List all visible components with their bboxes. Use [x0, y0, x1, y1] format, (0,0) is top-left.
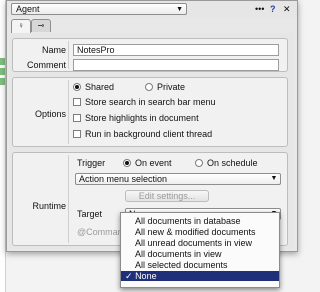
- on-event-radio[interactable]: [123, 159, 131, 167]
- name-label: Name: [41, 45, 66, 55]
- background-green-mark: [0, 68, 5, 75]
- tab-basics[interactable]: ♀: [11, 19, 31, 33]
- target-dropdown-menu: All documents in database All new & modi…: [120, 212, 280, 288]
- event-select-value: Action menu selection: [79, 174, 168, 184]
- close-icon[interactable]: ✕: [283, 3, 291, 15]
- event-select[interactable]: Action menu selection ▼: [75, 173, 281, 185]
- private-radio[interactable]: [145, 83, 153, 91]
- menu-item-none-label: None: [135, 271, 157, 281]
- private-label: Private: [157, 82, 186, 92]
- store-search-checkbox[interactable]: [73, 98, 81, 106]
- background-green-mark: [0, 58, 5, 65]
- comment-label: Comment: [26, 60, 66, 70]
- comment-field[interactable]: [73, 59, 279, 71]
- chevron-down-icon: ▼: [176, 6, 183, 13]
- checkmark-icon: ✓: [125, 271, 133, 281]
- on-schedule-label: On schedule: [207, 158, 258, 168]
- edit-settings-button[interactable]: Edit settings...: [125, 190, 209, 202]
- store-search-label: Store search in search bar menu: [85, 97, 216, 107]
- key-icon: ⊸: [37, 21, 45, 30]
- menu-item-none[interactable]: ✓ None: [121, 271, 279, 281]
- run-background-label: Run in background client thread: [85, 129, 213, 139]
- menu-item-all-selected-documents[interactable]: All selected documents: [121, 260, 279, 270]
- options-group: Options Shared Private Store search in s…: [12, 77, 288, 147]
- shared-radio[interactable]: [73, 83, 81, 91]
- help-icon[interactable]: ?: [270, 3, 276, 15]
- group-divider: [68, 41, 69, 69]
- runtime-label: Runtime: [32, 201, 66, 211]
- run-background-checkbox[interactable]: [73, 130, 81, 138]
- menu-item-all-new-modified-documents[interactable]: All new & modified documents: [121, 227, 279, 237]
- group-divider: [68, 80, 69, 144]
- menu-item-all-documents-in-view[interactable]: All documents in view: [121, 249, 279, 259]
- group-divider: [68, 155, 69, 243]
- background-green-mark: [0, 78, 5, 85]
- chevron-down-icon: ▼: [270, 175, 278, 182]
- store-highlights-checkbox[interactable]: [73, 114, 81, 122]
- dots-icon[interactable]: •••: [255, 3, 264, 15]
- tab-security[interactable]: ⊸: [31, 19, 51, 32]
- options-label: Options: [34, 109, 66, 119]
- panel-titlebar: Agent ▼ ••• ? ✕: [7, 1, 297, 17]
- shared-label: Shared: [85, 82, 115, 92]
- basics-group: Name NotesPro Comment: [12, 38, 288, 72]
- name-field[interactable]: NotesPro: [73, 44, 279, 56]
- agent-type-select[interactable]: Agent ▼: [11, 3, 187, 15]
- menu-item-all-unread-documents-in-view[interactable]: All unread documents in view: [121, 238, 279, 248]
- lightbulb-icon: ♀: [18, 21, 24, 30]
- panel-tabs: ♀ ⊸: [7, 19, 67, 33]
- target-label: Target: [77, 209, 103, 219]
- on-schedule-radio[interactable]: [195, 159, 203, 167]
- store-highlights-label: Store highlights in document: [85, 113, 199, 123]
- on-event-label: On event: [135, 158, 172, 168]
- menu-item-all-documents-in-database[interactable]: All documents in database: [121, 216, 279, 226]
- agent-type-label: Agent: [16, 4, 40, 14]
- trigger-label: Trigger: [77, 158, 106, 168]
